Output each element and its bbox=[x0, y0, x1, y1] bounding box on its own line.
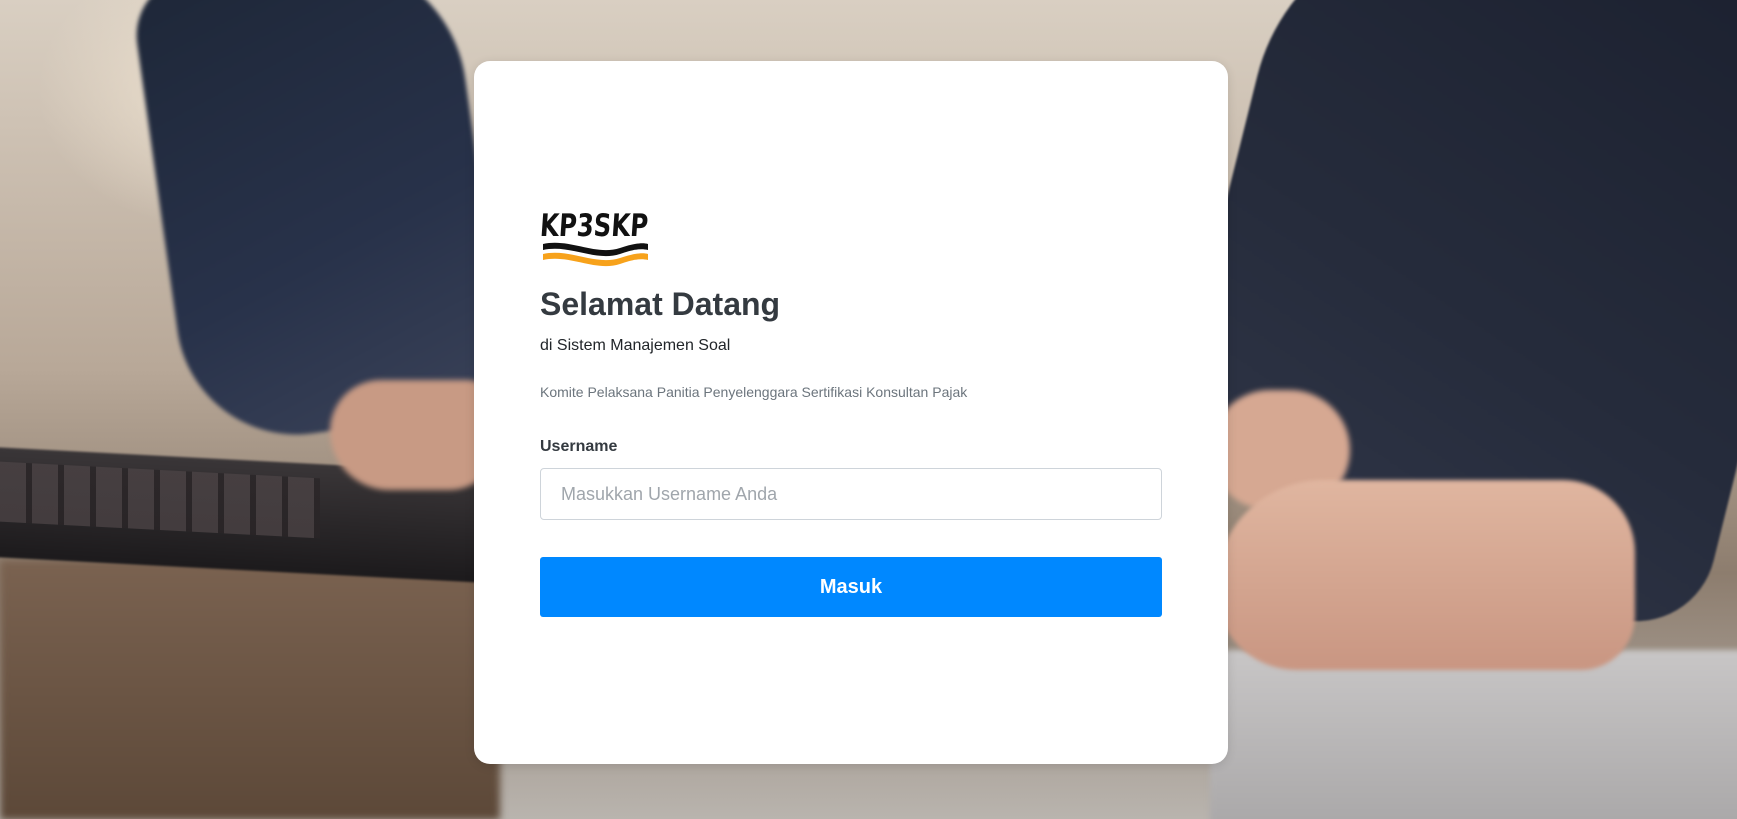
logo-text: KP3SKP bbox=[540, 208, 649, 244]
organization-name: Komite Pelaksana Panitia Penyelenggara S… bbox=[540, 384, 968, 400]
page-title: Selamat Datang bbox=[540, 286, 781, 322]
login-card: KP3SKP Selamat Datang di Sistem Manajeme… bbox=[474, 61, 1228, 764]
username-input[interactable] bbox=[540, 468, 1162, 520]
kp3skp-logo: KP3SKP bbox=[540, 208, 649, 267]
background-hand bbox=[1215, 480, 1635, 670]
background-desk bbox=[0, 560, 500, 819]
subtitle: di Sistem Manajemen Soal bbox=[540, 337, 731, 354]
username-label: Username bbox=[540, 438, 618, 455]
background-desk bbox=[1210, 650, 1737, 819]
login-button[interactable]: Masuk bbox=[540, 557, 1162, 617]
